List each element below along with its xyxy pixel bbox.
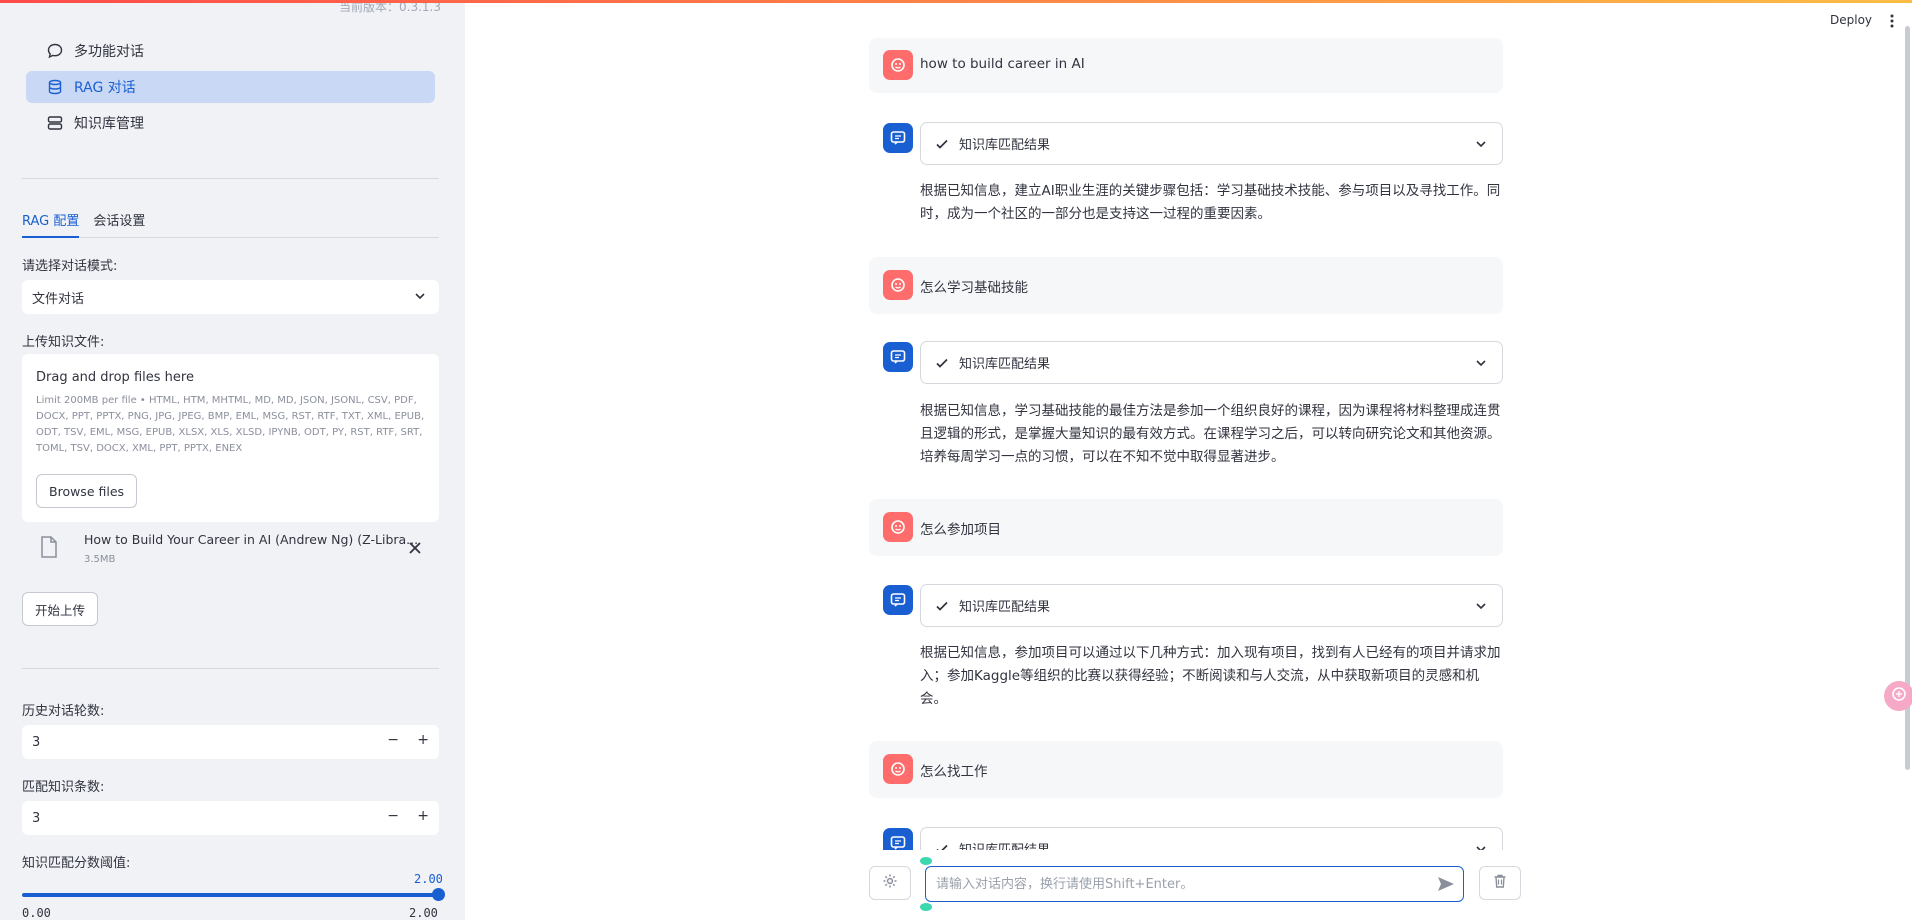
match-label: 匹配知识条数: <box>22 780 105 795</box>
expander-label: 知识库匹配结果 <box>959 357 1051 372</box>
expander-label: 知识库匹配结果 <box>959 138 1051 153</box>
remove-file-icon[interactable] <box>408 540 422 559</box>
threshold-max: 2.00 <box>409 906 438 920</box>
dropzone-title: Drag and drop files here <box>36 370 194 385</box>
bot-answer-text: 根据已知信息，建立AI职业生涯的关键步骤包括：学习基础技术技能、参与项目以及寻找… <box>920 183 1501 222</box>
bot-answer-text: 根据已知信息，参加项目可以通过以下几种方式：加入现有项目，找到有人已经有的项目并… <box>920 645 1501 707</box>
user-message: 怎么找工作 <box>869 741 1503 798</box>
bot-avatar-icon <box>883 342 913 372</box>
checkmark-icon <box>935 599 949 613</box>
tab-rag-config[interactable]: RAG 配置 <box>22 206 80 238</box>
bot-answer-text: 根据已知信息，学习基础技能的最佳方法是参加一个组织良好的课程，因为课程将材料整理… <box>920 403 1501 465</box>
history-stepper[interactable]: 3 − + <box>22 725 439 759</box>
user-avatar-icon <box>883 754 913 784</box>
nav-label: RAG 对话 <box>74 80 136 96</box>
file-size: 3.5MB <box>84 554 116 565</box>
threshold-min: 0.00 <box>22 906 51 920</box>
kb-results-expander[interactable]: 知识库匹配结果 <box>920 122 1503 165</box>
user-message: 怎么学习基础技能 <box>869 257 1503 314</box>
file-dropzone[interactable]: Drag and drop files here Limit 200MB per… <box>22 354 439 522</box>
expander-label: 知识库匹配结果 <box>959 600 1051 615</box>
mode-select[interactable]: 文件对话 <box>22 280 439 314</box>
mode-label: 请选择对话模式: <box>22 259 118 274</box>
threshold-value: 2.00 <box>414 872 443 886</box>
tab-session-settings[interactable]: 会话设置 <box>93 206 145 238</box>
nav-item-kb-manage[interactable]: 知识库管理 <box>26 107 435 139</box>
plus-icon[interactable]: + <box>417 808 429 824</box>
uploaded-file: How to Build Your Career in AI (Andrew N… <box>22 528 439 574</box>
checkmark-icon <box>935 137 949 151</box>
bot-avatar-icon <box>883 123 913 153</box>
threshold-slider-thumb[interactable] <box>432 888 445 901</box>
sidebar: 当前版本：0.3.1.3 多功能对话 RAG 对话 知识库管理 RAG 配置 会… <box>0 0 465 920</box>
history-label: 历史对话轮数: <box>22 704 105 719</box>
top-decoration-bar <box>0 0 1912 3</box>
file-icon <box>40 536 58 562</box>
nav-item-rag-chat[interactable]: RAG 对话 <box>26 71 435 103</box>
resize-handle-top[interactable] <box>920 857 932 865</box>
assistant-icon <box>1890 685 1908 707</box>
user-avatar-icon <box>883 512 913 542</box>
user-message-text: how to build career in AI <box>920 56 1085 72</box>
send-icon[interactable] <box>1436 874 1456 898</box>
match-value: 3 <box>32 810 41 826</box>
threshold-slider-track[interactable] <box>22 893 439 897</box>
clear-chat-button[interactable] <box>1479 866 1521 900</box>
browse-files-button[interactable]: Browse files <box>36 474 138 508</box>
config-tabs: RAG 配置 会话设置 <box>22 206 439 238</box>
floating-assistant-button[interactable] <box>1884 681 1912 711</box>
minus-icon[interactable]: − <box>387 732 399 748</box>
deploy-button[interactable]: Deploy <box>1830 13 1872 27</box>
divider <box>22 668 439 669</box>
upload-label: 上传知识文件: <box>22 335 105 350</box>
trash-icon <box>1492 873 1508 893</box>
dropzone-limit: Limit 200MB per file • HTML, HTM, MHTML,… <box>36 395 425 454</box>
server-icon <box>46 114 64 132</box>
kebab-menu-icon[interactable] <box>1890 13 1894 33</box>
database-icon <box>46 78 64 96</box>
user-message-text: 怎么学习基础技能 <box>920 280 1028 296</box>
gear-icon <box>882 873 898 893</box>
user-message: 怎么参加项目 <box>869 499 1503 556</box>
chat-bubble-icon <box>46 42 64 60</box>
chevron-down-icon <box>1474 599 1488 617</box>
bot-avatar-icon <box>883 585 913 615</box>
nav-label: 知识库管理 <box>74 116 144 132</box>
user-message-text: 怎么找工作 <box>920 764 988 780</box>
user-avatar-icon <box>883 50 913 80</box>
plus-icon[interactable]: + <box>417 732 429 748</box>
divider <box>22 178 439 179</box>
chevron-down-icon <box>413 289 427 307</box>
chat-input[interactable] <box>925 866 1464 902</box>
nav-label: 多功能对话 <box>74 44 144 60</box>
match-stepper[interactable]: 3 − + <box>22 801 439 835</box>
file-name: How to Build Your Career in AI (Andrew N… <box>84 532 419 547</box>
minus-icon[interactable]: − <box>387 808 399 824</box>
scrollbar[interactable] <box>1905 26 1910 770</box>
user-message: how to build career in AI <box>869 38 1503 93</box>
user-message-text: 怎么参加项目 <box>920 522 1001 538</box>
history-value: 3 <box>32 734 41 750</box>
resize-handle-bottom[interactable] <box>920 903 932 911</box>
kb-results-expander[interactable]: 知识库匹配结果 <box>920 341 1503 384</box>
settings-button[interactable] <box>869 866 911 900</box>
start-upload-button[interactable]: 开始上传 <box>22 592 99 626</box>
checkmark-icon <box>935 356 949 370</box>
threshold-label: 知识匹配分数阈值: <box>22 856 131 871</box>
nav-item-multi-chat[interactable]: 多功能对话 <box>26 35 435 67</box>
kb-results-expander[interactable]: 知识库匹配结果 <box>920 584 1503 627</box>
mode-value: 文件对话 <box>32 291 85 307</box>
chevron-down-icon <box>1474 137 1488 155</box>
chevron-down-icon <box>1474 356 1488 374</box>
user-avatar-icon <box>883 270 913 300</box>
